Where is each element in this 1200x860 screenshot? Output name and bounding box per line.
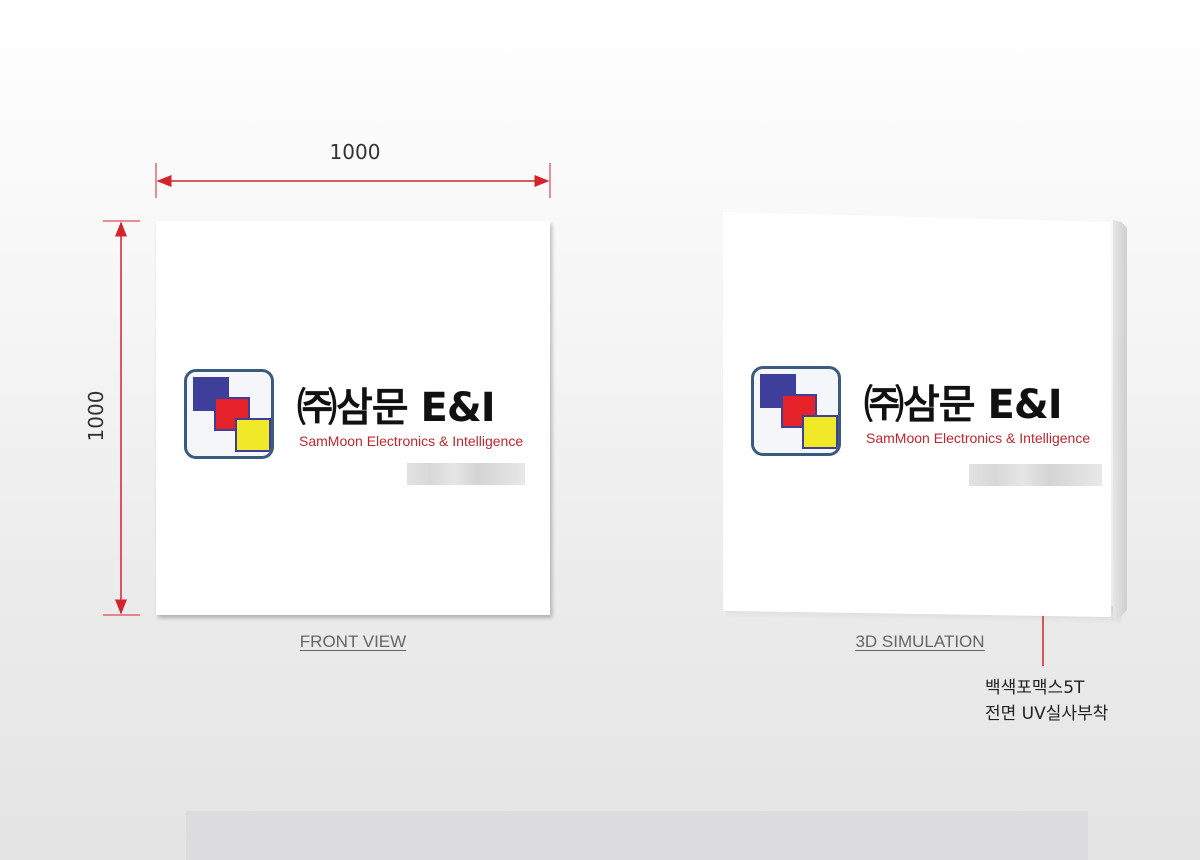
simulation-panel: ㈜삼문 E&I SamMoon Electronics & Intelligen… xyxy=(723,212,1112,617)
simulation-label: 3D SIMULATION xyxy=(855,632,985,651)
logo-squares-icon xyxy=(184,369,274,459)
material-note-line2: 전면 UV실사부착 xyxy=(985,704,1109,724)
width-dimension-label: 1000 xyxy=(329,140,381,164)
front-view-panel: ㈜삼문 E&I SamMoon Electronics & Intelligen… xyxy=(156,221,550,615)
material-note-line1: 백색포맥스5T xyxy=(985,678,1085,698)
company-subtitle: SamMoon Electronics & Intelligence xyxy=(299,433,524,449)
blurred-text xyxy=(969,464,1102,486)
company-name: ㈜삼문 E&I xyxy=(297,385,496,431)
bottom-bar xyxy=(186,811,1088,860)
company-name: ㈜삼문 E&I xyxy=(864,382,1063,428)
logo-squares-icon xyxy=(751,366,841,456)
height-dimension-label: 1000 xyxy=(84,390,108,442)
panel-side-edge xyxy=(1113,220,1127,618)
material-note: 백색포맥스5T 전면 UV실사부착 xyxy=(985,675,1108,727)
blurred-text xyxy=(407,463,525,485)
front-view-label: FRONT VIEW xyxy=(299,632,407,651)
company-subtitle: SamMoon Electronics & Intelligence xyxy=(866,430,1091,446)
